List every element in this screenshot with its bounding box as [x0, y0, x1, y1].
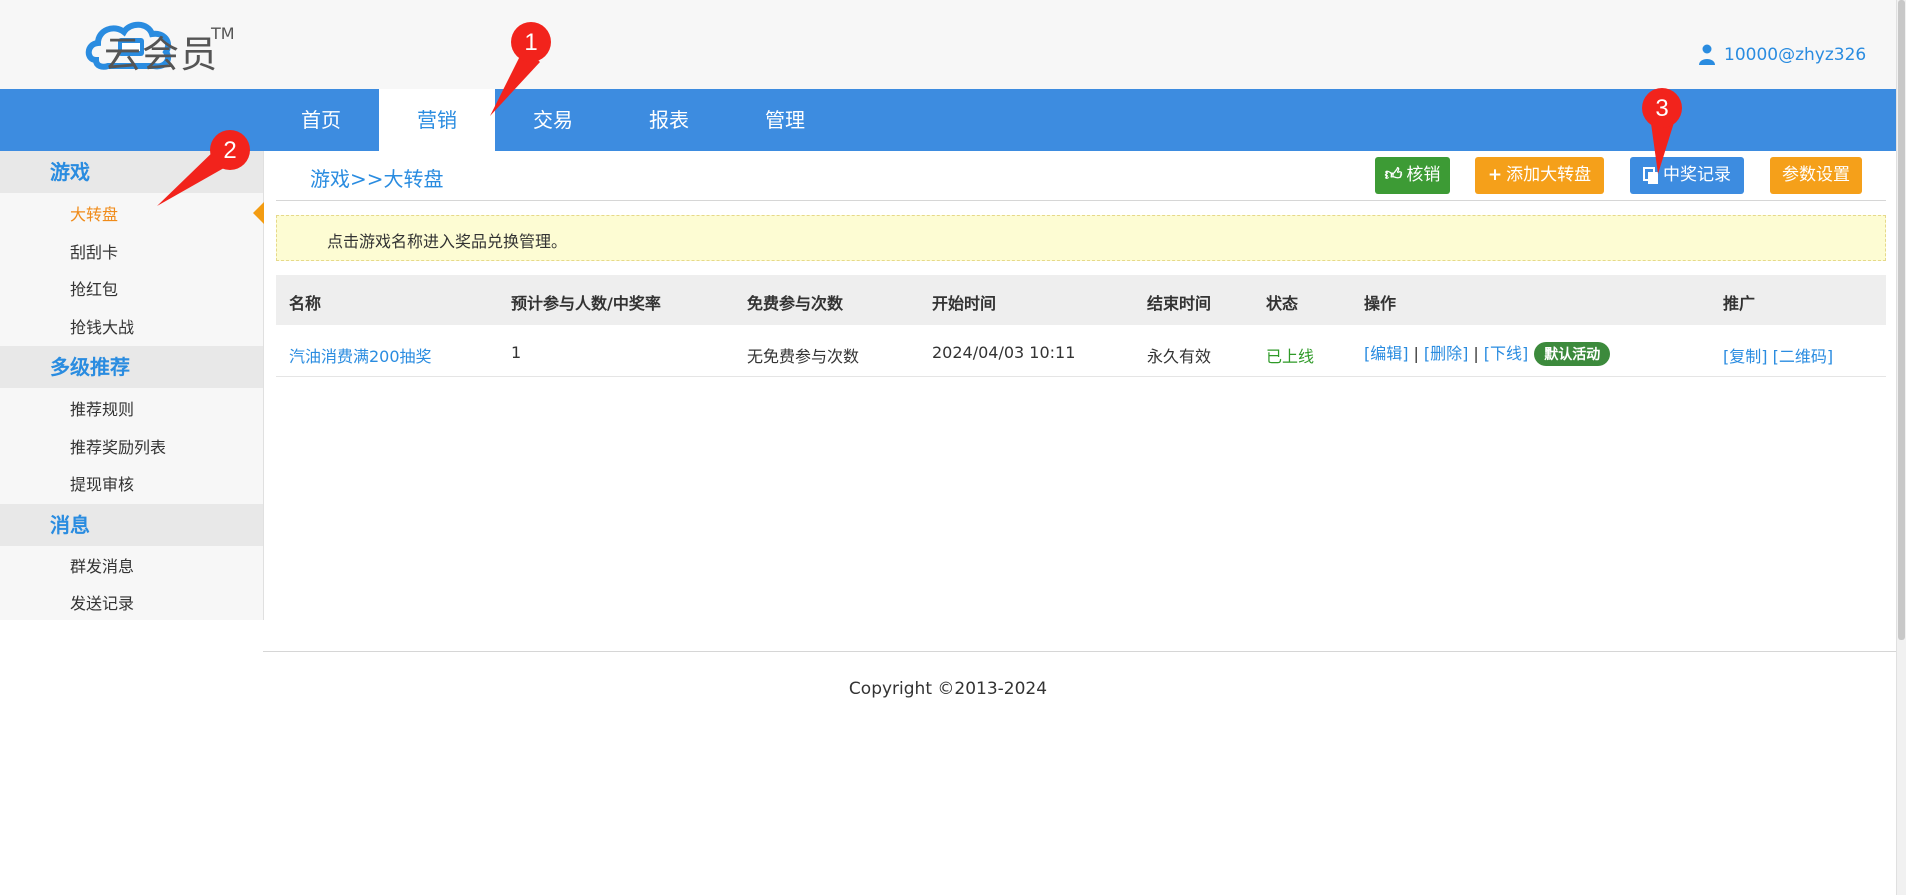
annotation-marker-1: 1: [490, 22, 551, 116]
nav-reports[interactable]: 报表: [611, 89, 727, 151]
separator: |: [1473, 344, 1479, 363]
add-label: 添加大转盘: [1506, 165, 1592, 185]
parameter-settings-button[interactable]: 参数设置: [1770, 157, 1862, 194]
annotation-label-3: 3: [1655, 95, 1668, 122]
scrollbar-thumb[interactable]: [1898, 0, 1905, 640]
thumbs-up-icon: 👍︎: [1384, 165, 1403, 185]
sidebar-item-broadcast[interactable]: 群发消息: [70, 550, 134, 584]
col-free-times: 免费参与次数: [747, 294, 844, 313]
col-status: 状态: [1266, 294, 1299, 313]
nav-marketing[interactable]: 营销: [379, 89, 495, 151]
sidebar-item-money-battle[interactable]: 抢钱大战: [70, 311, 134, 345]
qr-code-link[interactable]: [二维码]: [1773, 347, 1834, 366]
annotation-marker-3: 3: [1642, 88, 1682, 174]
sidebar-item-scratch-card[interactable]: 刮刮卡: [70, 236, 118, 270]
notice-text: 点击游戏名称进入奖品兑换管理。: [327, 232, 568, 251]
copyright-text: Copyright ©2013-2024: [848, 679, 1048, 699]
separator: |: [1413, 344, 1419, 363]
nav-home[interactable]: 首页: [263, 89, 379, 151]
main-nav: 首页 营销 交易 报表 管理: [0, 89, 1896, 151]
divider: [276, 200, 1886, 201]
end-time-value: 永久有效: [1147, 347, 1212, 366]
annotation-marker-2: 2: [157, 130, 250, 206]
status-value: 已上线: [1266, 347, 1315, 366]
sidebar-section-referral: 多级推荐: [0, 346, 263, 388]
user-name[interactable]: 10000@zhyz326: [1724, 45, 1866, 65]
default-activity-badge: 默认活动: [1534, 342, 1611, 366]
start-time-value: 2024/04/03 10:11: [932, 343, 1076, 362]
sidebar-item-referral-rewards[interactable]: 推荐奖励列表: [70, 431, 166, 465]
sidebar-item-withdraw-review[interactable]: 提现审核: [70, 468, 134, 502]
copy-link[interactable]: [复制]: [1723, 347, 1768, 366]
offline-link[interactable]: [下线]: [1484, 344, 1529, 363]
sidebar-item-red-packet[interactable]: 抢红包: [70, 273, 118, 307]
col-promotion: 推广: [1723, 294, 1756, 313]
annotation-label-2: 2: [223, 137, 236, 164]
sidebar-item-referral-rules[interactable]: 推荐规则: [70, 393, 134, 427]
col-start-time: 开始时间: [932, 294, 997, 313]
annotation-label-1: 1: [524, 29, 537, 56]
verify-button[interactable]: 👍︎ 核销: [1375, 157, 1450, 194]
sidebar-item-send-log[interactable]: 发送记录: [70, 587, 134, 621]
add-lucky-wheel-button[interactable]: + 添加大转盘: [1475, 157, 1604, 194]
col-expected: 预计参与人数/中奖率: [511, 294, 661, 313]
logo-trademark: TM: [211, 24, 235, 43]
user-icon: [1699, 44, 1715, 65]
game-name-link[interactable]: 汽油消费满200抽奖: [289, 343, 432, 367]
col-end-time: 结束时间: [1147, 294, 1212, 313]
nav-manage[interactable]: 管理: [727, 89, 843, 151]
footer-divider: [263, 651, 1896, 652]
delete-link[interactable]: [删除]: [1424, 344, 1469, 363]
sidebar: 游戏 大转盘 刮刮卡 抢红包 抢钱大战 多级推荐 推荐规则 推荐奖励列表 提现审…: [0, 151, 264, 620]
free-times-value: 无免费参与次数: [747, 347, 860, 366]
user-account[interactable]: 10000@zhyz326: [1698, 44, 1866, 66]
promotion-cell: [复制] [二维码]: [1723, 343, 1833, 367]
logo-text: 云会员: [104, 33, 218, 76]
plus-icon: +: [1487, 165, 1503, 185]
sidebar-item-lucky-wheel[interactable]: 大转盘: [70, 198, 118, 232]
app-header: [0, 0, 1906, 89]
sidebar-section-messages: 消息: [0, 504, 263, 546]
edit-link[interactable]: [编辑]: [1364, 344, 1409, 363]
params-label: 参数设置: [1782, 165, 1850, 185]
expected-value: 1: [511, 343, 522, 362]
col-actions: 操作: [1364, 294, 1397, 313]
breadcrumb: 游戏>>大转盘: [310, 167, 444, 191]
verify-label: 核销: [1406, 165, 1441, 185]
col-name: 名称: [289, 294, 322, 313]
row-divider: [276, 376, 1886, 377]
actions-cell: [编辑] | [删除] | [下线] 默认活动: [1364, 340, 1611, 366]
